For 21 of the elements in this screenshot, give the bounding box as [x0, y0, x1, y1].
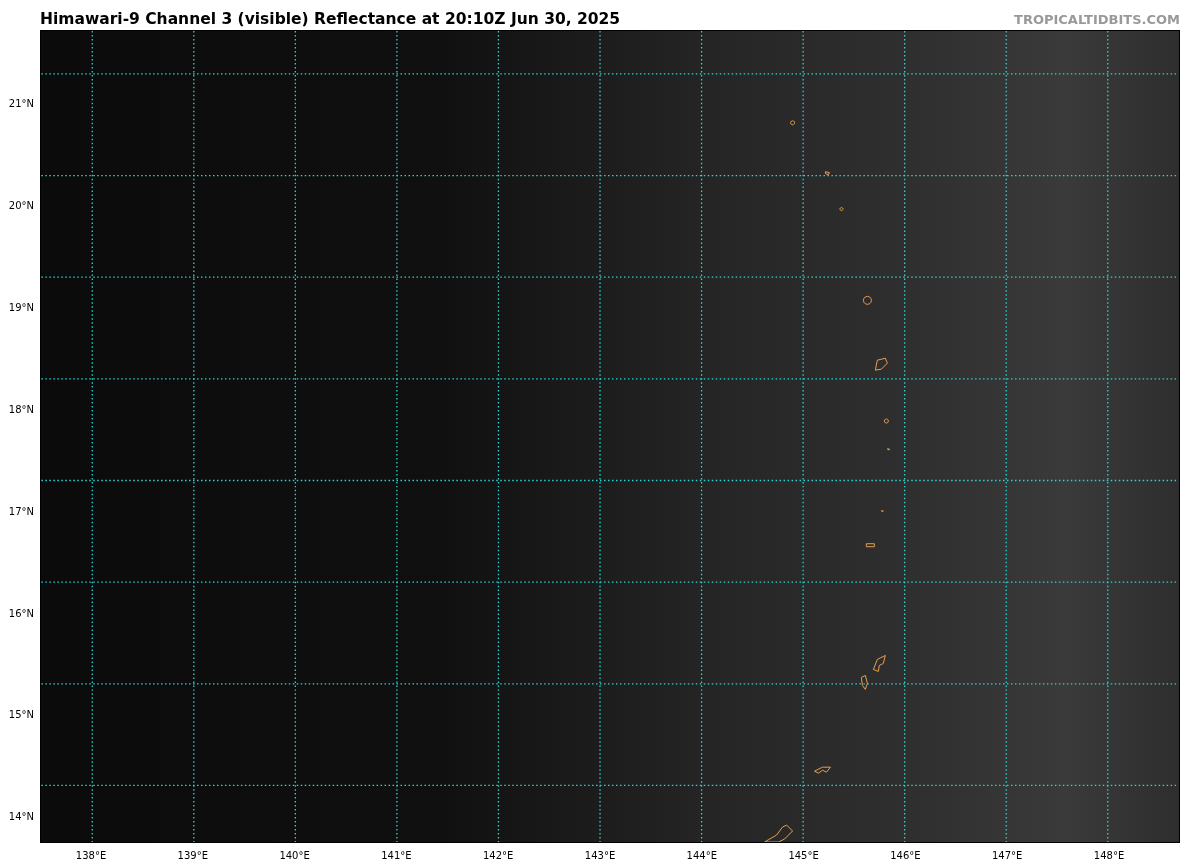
- longitude-label: 148°E: [1093, 850, 1125, 861]
- latitude-label: 15°N: [8, 708, 34, 720]
- longitude-label: 146°E: [890, 850, 921, 861]
- longitude-label: 140°E: [279, 850, 310, 861]
- longitude-label: 145°E: [788, 850, 819, 861]
- longitude-label: 139°E: [177, 850, 208, 861]
- longitude-label: 143°E: [584, 850, 616, 861]
- latitude-label: 19°N: [8, 301, 34, 313]
- longitude-label: 141°E: [381, 850, 412, 861]
- longitude-label: 142°E: [483, 850, 514, 861]
- latitude-label: 20°N: [8, 199, 34, 211]
- latitude-label: 21°N: [8, 97, 34, 109]
- longitude-label: 138°E: [75, 850, 107, 861]
- longitude-label: 147°E: [992, 850, 1023, 861]
- latitude-label: 17°N: [8, 505, 34, 517]
- longitude-label: 144°E: [686, 850, 717, 861]
- latitude-label: 18°N: [8, 403, 34, 415]
- latitude-label: 14°N: [8, 810, 34, 822]
- site-credit: TROPICALTIDBITS.COM: [1014, 12, 1180, 29]
- latitude-label: 16°N: [8, 607, 34, 618]
- chart-title: Himawari-9 Channel 3 (visible) Reflectance at 20:10Z Jun 30, 2025: [40, 10, 621, 30]
